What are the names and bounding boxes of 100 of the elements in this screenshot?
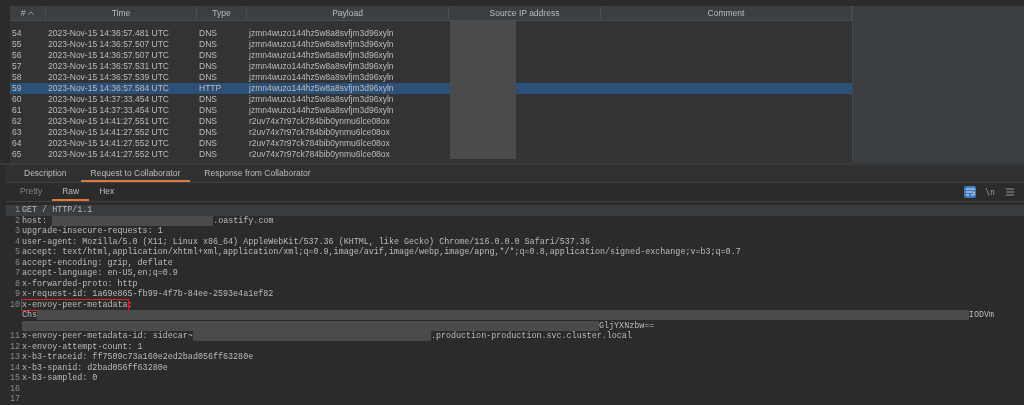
code-text: x-b3-traceid: ff7509c73a160e2ed2bad056ff63280e (22, 352, 254, 363)
code-text: GET / HTTP/1.1 (22, 205, 93, 216)
highlighted-header-name: x-envoy-peer-metadata (22, 299, 128, 310)
line-number: 11 (8, 331, 21, 342)
table-cell-text: jzmn4wuzo144hz5w8a8svfjm3d96xyln (248, 105, 395, 116)
table-cell-text: 2023-Nov-15 14:37:33.454 UTC (47, 105, 170, 116)
table-cell-text: jzmn4wuzo144hz5w8a8svfjm3d96xyln (248, 39, 395, 50)
table-cell-text: jzmn4wuzo144hz5w8a8svfjm3d96xyln (248, 83, 395, 94)
code-text: .production-production.svc.cluster.local (430, 331, 632, 342)
table-row[interactable]: 61 2023-Nov-15 14:37:33.454 UTC DNS jzmn4wuzo144hz5w8a8svfjm3d96xyln (10, 105, 852, 116)
table-row[interactable]: 54 2023-Nov-15 14:36:57.481 UTC DNS jzmn4wuzo144hz5w8a8svfjm3d96xyln (10, 28, 852, 39)
table-cell-text: DNS (198, 28, 218, 39)
table-cell-text: DNS (198, 149, 218, 160)
table-row[interactable]: 59 2023-Nov-15 14:36:57.584 UTC HTTP jzmn4wuzo144hz5w8a8svfjm3d96xyln (10, 83, 852, 94)
table-row[interactable]: 58 2023-Nov-15 14:36:57.539 UTC DNS jzmn4wuzo144hz5w8a8svfjm3d96xyln (10, 72, 852, 83)
word-wrap-button[interactable] (964, 186, 976, 198)
menu-button[interactable] (1004, 186, 1016, 198)
table-cell-text: jzmn4wuzo144hz5w8a8svfjm3d96xyln (248, 94, 395, 105)
table-cell-text: DNS (198, 105, 218, 116)
tab[interactable]: Request to Collaborator (80, 165, 191, 182)
table-cell-text: DNS (198, 72, 218, 83)
code-text: user-agent: Mozilla/5.0 (X11; Linux x86_64) AppleWebKit/537.36 (KHTML, like Gecko) Chrome/116.0.0.0 Safari/537.36 (22, 236, 590, 247)
code-text: upgrade-insecure-requests: 1 (22, 226, 163, 237)
table-cell-text: 59 (11, 83, 23, 94)
table-row[interactable]: 57 2023-Nov-15 14:36:57.531 UTC DNS jzmn4wuzo144hz5w8a8svfjm3d96xyln (10, 61, 852, 72)
line-number: 15 (8, 373, 21, 384)
table-cell-text: 2023-Nov-15 14:37:33.454 UTC (47, 94, 170, 105)
column-header[interactable]: Source IP address (449, 6, 601, 20)
code-text: x-b3-spanid: d2bad056ff63280e (22, 362, 168, 373)
code-text: IODVm (968, 310, 994, 321)
line-number: 4 (13, 236, 21, 247)
table-cell-text: jzmn4wuzo144hz5w8a8svfjm3d96xyln (248, 72, 395, 83)
table-cell-text: DNS (198, 39, 218, 50)
table-cell-text: 58 (11, 72, 23, 83)
table-cell-text: DNS (198, 50, 218, 61)
table-cell-text: 2023-Nov-15 14:41:27.552 UTC (47, 149, 170, 160)
table-cell-text: 2023-Nov-15 14:41:27.552 UTC (47, 138, 170, 149)
table-cell-text: 2023-Nov-15 14:36:57.531 UTC (47, 61, 170, 72)
table-cell-text: 65 (11, 149, 23, 160)
table-row[interactable]: 56 2023-Nov-15 14:36:57.507 UTC DNS jzmn4wuzo144hz5w8a8svfjm3d96xyln (10, 50, 852, 61)
table-cell-text: 55 (11, 39, 23, 50)
column-header[interactable]: Payload (247, 6, 449, 20)
table-cell-text: 56 (11, 50, 23, 61)
table-cell-text: 2023-Nov-15 14:36:57.481 UTC (47, 28, 170, 39)
table-cell-text: 61 (11, 105, 23, 116)
table-cell-text: 2023-Nov-15 14:36:57.507 UTC (47, 39, 170, 50)
table-cell-text: r2uv74x7r97ck784bib0ynmu6lce08ox (248, 116, 391, 127)
column-header[interactable]: Time (46, 6, 197, 20)
line-number: 14 (8, 362, 21, 373)
table-cell-text: r2uv74x7r97ck784bib0ynmu6lce08ox (248, 138, 391, 149)
code-text: : (127, 299, 133, 310)
table-cell-text: 2023-Nov-15 14:41:27.552 UTC (47, 127, 170, 138)
table-cell-text: r2uv74x7r97ck784bib0ynmu6lce08ox (248, 127, 391, 138)
table-cell-text: DNS (198, 127, 218, 138)
code-text: x-forwarded-proto: http (22, 278, 138, 289)
table-cell-text: DNS (198, 94, 218, 105)
code-text: accept-encoding: gzip, deflate (22, 257, 173, 268)
line-number: 5 (13, 247, 21, 258)
table-cell-text: 54 (11, 28, 23, 39)
code-text: x-b3-sampled: 0 (22, 373, 98, 384)
tab[interactable]: Response from Collaborator (194, 165, 321, 182)
table-cell-text: 2023-Nov-15 14:36:57.507 UTC (47, 50, 170, 61)
line-number: 2 (13, 215, 21, 226)
table-row[interactable]: 55 2023-Nov-15 14:36:57.507 UTC DNS jzmn4wuzo144hz5w8a8svfjm3d96xyln (10, 39, 852, 50)
line-number: 13 (8, 352, 21, 363)
line-number: 7 (13, 268, 21, 279)
line-number: 1 (13, 205, 21, 216)
table-cell-text: 62 (11, 116, 23, 127)
table-cell-text: DNS (198, 61, 218, 72)
table-cell-text: jzmn4wuzo144hz5w8a8svfjm3d96xyln (248, 61, 395, 72)
code-text: x-envoy-attempt-count: 1 (22, 341, 143, 352)
table-cell-text: DNS (198, 138, 218, 149)
line-number: 9 (13, 289, 21, 300)
line-number: 10 (8, 299, 21, 310)
column-header[interactable]: Type (197, 6, 247, 20)
tab[interactable]: Description (14, 165, 77, 182)
table-cell-text: r2uv74x7r97ck784bib0ynmu6lce08ox (248, 149, 391, 160)
table-cell-text: 2023-Nov-15 14:36:57.584 UTC (47, 83, 170, 94)
table-row[interactable]: 60 2023-Nov-15 14:37:33.454 UTC DNS jzmn4wuzo144hz5w8a8svfjm3d96xyln (10, 94, 852, 105)
code-text: x-envoy-peer-metadata-id: sidecar~ (22, 331, 193, 342)
code-text: Chs (22, 310, 38, 321)
column-header[interactable]: # (10, 6, 46, 20)
line-number: 8 (13, 278, 21, 289)
code-text: host: (22, 215, 49, 226)
line-number: 16 (8, 383, 21, 394)
table-row[interactable]: 62 2023-Nov-15 14:41:27.551 UTC DNS r2uv74x7r97ck784bib0ynmu6lce08ox (10, 116, 852, 127)
table-cell-text: 57 (11, 61, 23, 72)
table-cell-text: HTTP (198, 83, 223, 94)
code-text: GljYXNzbw== (599, 320, 655, 331)
table-cell-text: 60 (11, 94, 23, 105)
view-tab[interactable]: Hex (89, 183, 125, 201)
table-cell-text: jzmn4wuzo144hz5w8a8svfjm3d96xyln (248, 50, 395, 61)
table-cell-text: 2023-Nov-15 14:36:57.539 UTC (47, 72, 170, 83)
table-row[interactable]: 65 2023-Nov-15 14:41:27.552 UTC DNS r2uv74x7r97ck784bib0ynmu6lce08ox (10, 149, 852, 160)
view-tab[interactable]: Raw (52, 183, 90, 201)
table-row[interactable]: 63 2023-Nov-15 14:41:27.552 UTC DNS r2uv74x7r97ck784bib0ynmu6lce08ox (10, 127, 852, 138)
table-row[interactable]: 64 2023-Nov-15 14:41:27.552 UTC DNS r2uv74x7r97ck784bib0ynmu6lce08ox (10, 138, 852, 149)
newline-button[interactable]: \n (984, 186, 996, 198)
table-cell-text: 63 (11, 127, 23, 138)
line-number: 3 (13, 226, 21, 237)
